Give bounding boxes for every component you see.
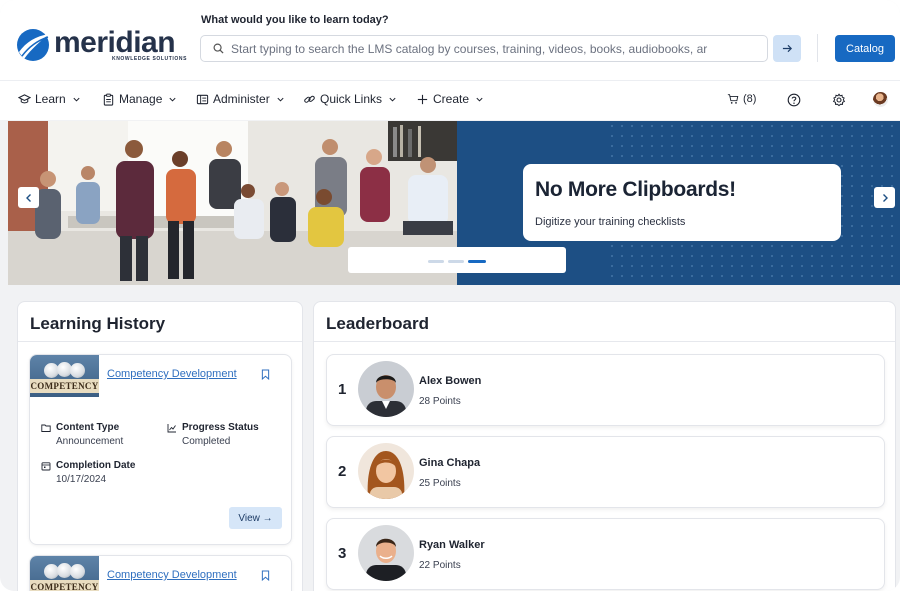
- learning-history-panel: Learning History COMPETENCY Competency D…: [17, 301, 303, 591]
- leader-points: 28 Points: [419, 396, 461, 407]
- rank-number: 1: [338, 381, 347, 398]
- cart-icon: [727, 94, 739, 104]
- view-button[interactable]: View →: [229, 507, 282, 529]
- chevron-down-icon: [169, 97, 176, 102]
- completion-date-value: 10/17/2024: [56, 474, 107, 485]
- leaderboard-panel: Leaderboard 1 Alex Bowen 28 Points 2 Gin…: [313, 301, 896, 591]
- link-icon: [304, 95, 315, 103]
- chevron-right-icon: [882, 193, 888, 202]
- clipboard-icon: [103, 93, 114, 106]
- calendar-icon: [41, 461, 51, 470]
- completion-date-label: Completion Date: [41, 460, 135, 471]
- learning-history-item: COMPETENCY Competency Development: [29, 555, 292, 591]
- nav-administer[interactable]: Administer: [196, 92, 285, 106]
- app-frame: meridian KNOWLEDGE SOLUTIONS What would …: [0, 0, 900, 591]
- catalog-button[interactable]: Catalog: [835, 35, 895, 62]
- nav-quick-links-label: Quick Links: [320, 92, 383, 106]
- promo-title: No More Clipboards!: [535, 178, 736, 201]
- graduation-cap-icon: [18, 93, 31, 103]
- header-divider: [817, 34, 818, 62]
- carousel-dot-2[interactable]: [448, 260, 464, 263]
- leader-points: 22 Points: [419, 560, 461, 571]
- content-type-label: Content Type: [41, 422, 119, 433]
- avatar: [358, 361, 414, 417]
- bookmark-icon[interactable]: [261, 369, 270, 380]
- leaderboard-entry[interactable]: 2 Gina Chapa 25 Points: [326, 436, 885, 508]
- carousel-dot-1[interactable]: [428, 260, 444, 263]
- promo-subtitle: Digitize your training checklists: [535, 216, 686, 228]
- rank-number: 3: [338, 545, 347, 562]
- chevron-down-icon: [389, 97, 396, 102]
- meridian-logo[interactable]: meridian KNOWLEDGE SOLUTIONS: [16, 27, 186, 63]
- rank-number: 2: [338, 463, 347, 480]
- help-icon[interactable]: [787, 93, 801, 107]
- chevron-down-icon: [476, 97, 483, 102]
- search-box[interactable]: [200, 35, 768, 62]
- folder-icon: [41, 424, 51, 432]
- panel-divider: [18, 341, 302, 342]
- nav-manage[interactable]: Manage: [102, 92, 177, 106]
- chevron-down-icon: [73, 97, 80, 102]
- nav-create[interactable]: Create: [416, 92, 484, 106]
- leaderboard-entry[interactable]: 3 Ryan Walker 22 Points: [326, 518, 885, 590]
- competency-thumbnail[interactable]: COMPETENCY: [30, 355, 99, 397]
- competency-development-link[interactable]: Competency Development: [107, 569, 237, 581]
- search-input[interactable]: [231, 41, 761, 56]
- gear-icon[interactable]: [832, 93, 846, 107]
- brand-tagline: KNOWLEDGE SOLUTIONS: [112, 56, 188, 62]
- thumbnail-text: COMPETENCY: [30, 580, 99, 591]
- search-prompt: What would you like to learn today?: [201, 14, 389, 26]
- panel-divider: [314, 341, 895, 342]
- main-nav: Learn Manage Administer Quick Links Crea…: [0, 80, 900, 120]
- learning-history-item: COMPETENCY Competency Development Conten…: [29, 354, 292, 545]
- content-type-value: Announcement: [56, 436, 124, 447]
- leaderboard-title: Leaderboard: [326, 314, 429, 333]
- user-avatar[interactable]: [873, 92, 888, 107]
- bookmark-icon[interactable]: [261, 570, 270, 581]
- leaderboard-entry[interactable]: 1 Alex Bowen 28 Points: [326, 354, 885, 426]
- promo-card[interactable]: No More Clipboards! Digitize your traini…: [523, 164, 841, 241]
- carousel-dot-3-active[interactable]: [468, 260, 486, 263]
- progress-status-label: Progress Status: [167, 422, 259, 433]
- nav-create-label: Create: [433, 92, 470, 106]
- leader-name: Alex Bowen: [419, 375, 482, 387]
- carousel-prev-button[interactable]: [18, 187, 39, 208]
- leader-name: Ryan Walker: [419, 539, 485, 551]
- progress-status-value: Completed: [182, 436, 231, 447]
- carousel-next-button[interactable]: [874, 187, 895, 208]
- nav-learn-label: Learn: [35, 92, 66, 106]
- thumbnail-text: COMPETENCY: [30, 379, 99, 393]
- avatar: [358, 525, 414, 581]
- nav-manage-label: Manage: [119, 92, 163, 106]
- plus-icon: [417, 94, 428, 104]
- chevron-down-icon: [277, 97, 284, 102]
- leader-name: Gina Chapa: [419, 457, 481, 469]
- logo-mark-icon: [17, 29, 49, 61]
- admin-panel-icon: [196, 94, 209, 104]
- cart-count: (8): [743, 93, 757, 105]
- search-icon: [213, 43, 224, 54]
- progress-chart-icon: [167, 423, 176, 432]
- chevron-left-icon: [25, 193, 31, 202]
- arrow-right-icon: [782, 44, 792, 53]
- avatar: [358, 443, 414, 499]
- leader-points: 25 Points: [419, 478, 461, 489]
- nav-administer-label: Administer: [213, 92, 270, 106]
- brand-name: meridian: [54, 26, 176, 59]
- competency-thumbnail[interactable]: COMPETENCY: [30, 556, 99, 591]
- nav-quick-links[interactable]: Quick Links: [303, 92, 397, 106]
- top-header: meridian KNOWLEDGE SOLUTIONS What would …: [0, 0, 900, 80]
- learning-history-title: Learning History: [30, 314, 166, 333]
- carousel-indicators: [348, 247, 566, 273]
- cart-button[interactable]: (8): [727, 93, 756, 105]
- search-submit-button[interactable]: [773, 35, 801, 62]
- competency-development-link[interactable]: Competency Development: [107, 368, 237, 380]
- nav-learn[interactable]: Learn: [18, 92, 81, 106]
